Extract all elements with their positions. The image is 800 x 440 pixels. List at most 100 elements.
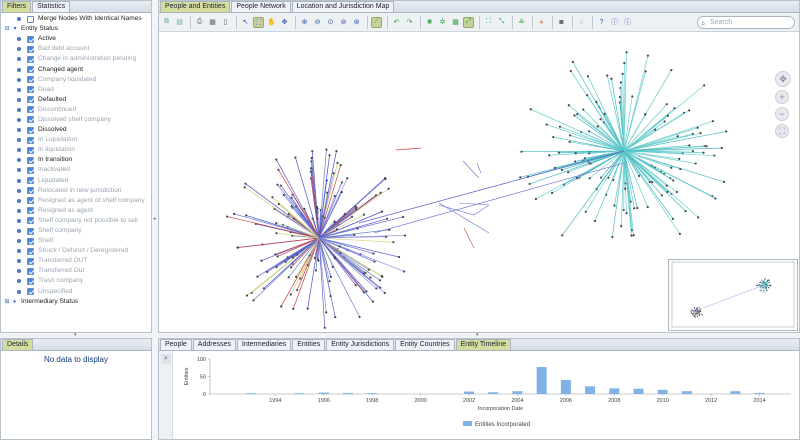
export-icon[interactable]: ▦ [207,17,218,28]
zoom-out-icon[interactable]: ⊖ [312,17,323,28]
graph-canvas[interactable]: ✥ + − ⛶ [159,33,799,332]
grid-icon[interactable]: ▦ [450,17,461,28]
chevron-down-icon[interactable]: ▾ [11,25,19,33]
zoom-icon[interactable]: ⌕ [161,354,171,364]
timeline-bar[interactable] [488,392,499,394]
marquee-select-icon[interactable]: ⬚ [253,16,264,28]
arrange-icon[interactable]: ⤢ [463,16,474,28]
timeline-bar[interactable] [294,393,305,394]
chevron-right-icon[interactable]: ▸ [11,298,19,306]
timeline-bar[interactable] [560,380,571,394]
filter-checkbox[interactable] [27,288,34,296]
filter-checkbox[interactable] [27,66,34,74]
filter-item[interactable]: Struck / Defunct / Deregistered [1,246,151,256]
filter-item[interactable]: Active [1,34,151,44]
undo-icon[interactable]: ↶ [391,17,402,28]
search-input[interactable]: ⌕ Search [697,16,795,29]
filter-item[interactable]: In Liquidation [1,135,151,145]
filter-checkbox[interactable] [27,237,34,245]
zoom-out-button[interactable]: − [775,107,789,121]
fit-nodes-icon[interactable]: ⛶ [483,17,494,28]
copy-icon[interactable]: ⧉ [161,17,172,28]
layout-icon[interactable]: ⟋ [371,16,382,28]
filter-item[interactable]: Relocated in new jurisdiction [1,186,151,196]
timeline-bar[interactable] [585,386,596,394]
timeline-bar[interactable] [681,391,692,394]
filter-item[interactable]: Resigned as agent of shelf company [1,196,151,206]
filter-checkbox[interactable] [27,76,34,84]
timeline-bar[interactable] [536,367,547,394]
zoom-fit-icon[interactable]: ⊙ [325,17,336,28]
zoom-selection-icon[interactable]: ⊚ [338,17,349,28]
tab-addresses[interactable]: Addresses [192,339,236,350]
filter-checkbox[interactable] [27,207,34,215]
collapse-icon[interactable]: ⊟ [3,25,11,33]
filter-checkbox[interactable] [27,15,34,23]
timeline-bar[interactable] [730,391,741,394]
pan-control-icon[interactable]: ✥ [775,71,791,87]
filter-checkbox[interactable] [27,35,34,43]
filter-checkbox[interactable] [27,277,34,285]
tab-entity-countries[interactable]: Entity Countries [395,339,455,350]
filter-checkbox[interactable] [27,187,34,195]
clear-icon[interactable]: ◊ [576,17,587,28]
tab-entity-timeline[interactable]: Entity Timeline [455,339,512,350]
tab-people-and-entities[interactable]: People and Entities [160,1,231,12]
filter-item[interactable]: ⊟ ▾ Entity Status [1,24,151,34]
filter-checkbox[interactable] [27,116,34,124]
filter-checkbox[interactable] [27,136,34,144]
filter-item[interactable]: Unspecified [1,287,151,297]
zoom-in-button[interactable]: + [775,90,789,104]
expand-icon[interactable]: ⊞ [3,298,11,306]
filter-item[interactable]: In liquidation [1,145,151,155]
timeline-bar[interactable] [609,388,620,394]
stop-icon[interactable]: ● [536,17,547,28]
filter-item[interactable]: Dissolved shelf company [1,115,151,125]
filter-item[interactable]: Merge Nodes With Identical Names [1,14,151,24]
redo-icon[interactable]: ↷ [404,17,415,28]
about-icon[interactable]: ⓘ [622,17,633,28]
filter-checkbox[interactable] [27,217,34,225]
hierarchy-icon[interactable]: ⟁ [516,17,527,28]
camera-icon[interactable]: ◙ [556,17,567,28]
filter-checkbox[interactable] [27,55,34,63]
resize-icon[interactable]: ⤡ [496,17,507,28]
timeline-bar[interactable] [633,388,644,394]
tab-people[interactable]: People [160,339,192,350]
filter-item[interactable]: Dead [1,85,151,95]
fit-view-button[interactable]: ⛶ [775,124,789,138]
timeline-bar[interactable] [754,392,765,394]
tab-location-map[interactable]: Location and Jurisdiction Map [291,1,395,12]
filter-checkbox[interactable] [27,86,34,94]
filter-checkbox[interactable] [27,227,34,235]
timeline-bar[interactable] [246,393,257,394]
filter-checkbox[interactable] [27,156,34,164]
timeline-bar[interactable] [512,391,523,394]
tab-statistics[interactable]: Statistics [32,1,71,12]
tab-filters[interactable]: Filters [2,1,32,12]
info-icon[interactable]: ⓘ [609,17,620,28]
tab-entity-jurisdictions[interactable]: Entity Jurisdictions [326,339,395,350]
filter-item[interactable]: Changed agent [1,64,151,74]
zoom-in-icon[interactable]: ⊕ [299,17,310,28]
tab-intermediaries[interactable]: Intermediaries [236,339,292,350]
filter-item[interactable]: Defaulted [1,95,151,105]
expand-icon[interactable]: ✲ [437,17,448,28]
filter-checkbox[interactable] [27,257,34,265]
filter-item[interactable]: In transition [1,155,151,165]
filter-checkbox[interactable] [27,146,34,154]
filter-checkbox[interactable] [27,96,34,104]
filter-checkbox[interactable] [27,106,34,114]
filter-checkbox[interactable] [27,126,34,134]
help-icon[interactable]: ? [596,17,607,28]
page-icon[interactable]: ▯ [220,17,231,28]
move-icon[interactable]: ✥ [279,17,290,28]
filter-item[interactable]: Trash company [1,276,151,286]
tab-people-network[interactable]: People Network [231,1,291,12]
filter-item[interactable]: Shelf company not possible to sell [1,216,151,226]
filter-item[interactable]: Change in administration pending [1,54,151,64]
filter-item[interactable]: Bad debt account [1,44,151,54]
filter-checkbox[interactable] [27,197,34,205]
filter-item[interactable]: Discontinued [1,105,151,115]
filter-item[interactable]: ⊞ ▸ Intermediary Status [1,297,151,307]
